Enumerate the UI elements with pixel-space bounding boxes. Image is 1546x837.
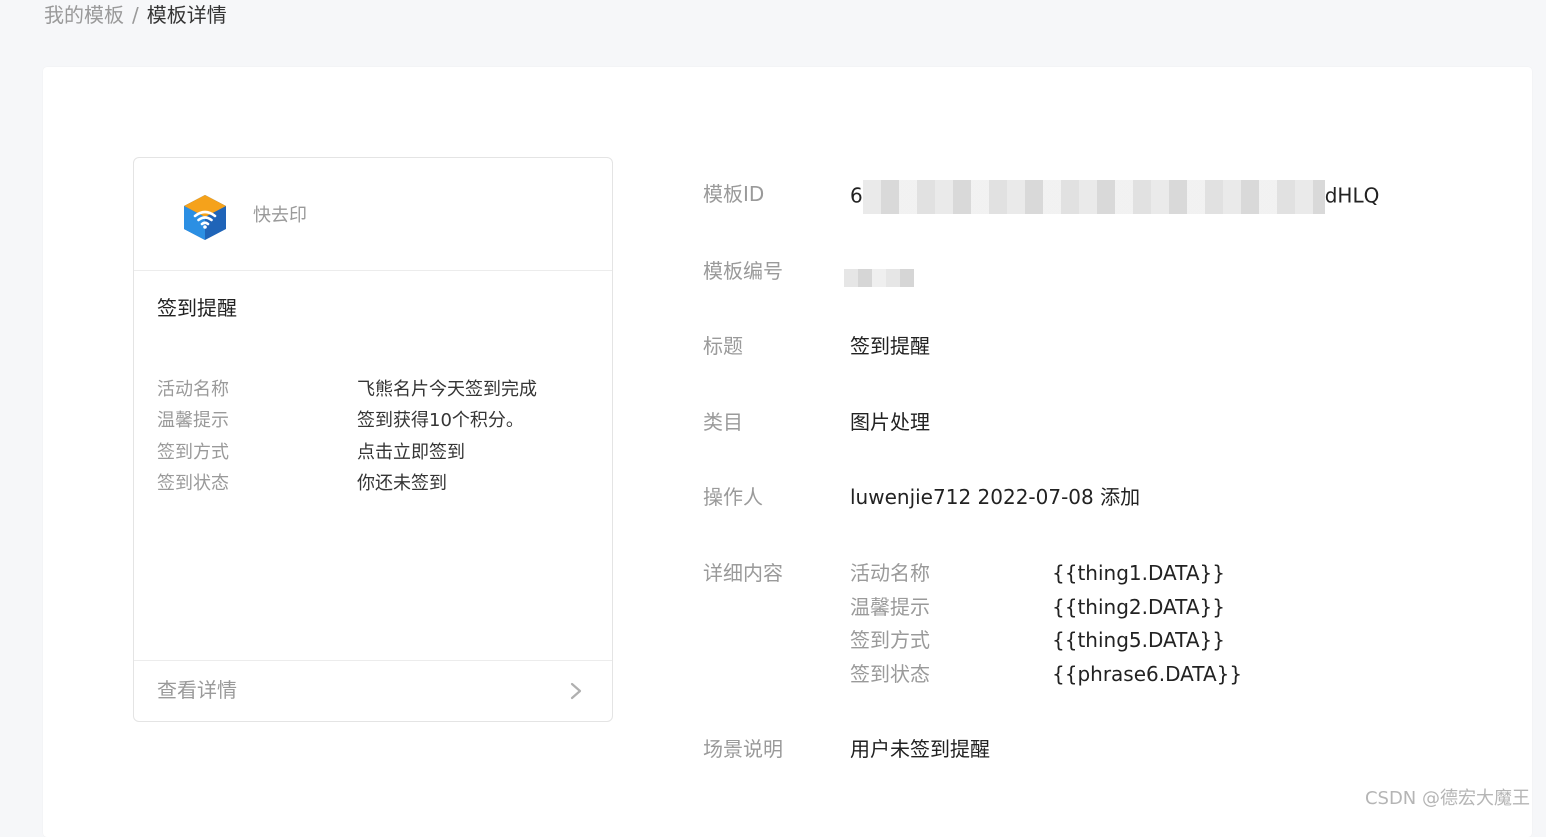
content-field-row: 活动名称 {{thing1.DATA}}	[850, 559, 1450, 593]
app-name: 快去印	[253, 205, 307, 226]
content-label: 详细内容	[703, 561, 783, 585]
operator-label: 操作人	[703, 485, 763, 509]
redacted-mask	[862, 180, 1325, 214]
chevron-right-icon	[570, 682, 582, 700]
breadcrumb-parent-link[interactable]: 我的模板	[44, 3, 124, 27]
content-field-value: {{thing5.DATA}}	[1052, 628, 1225, 652]
content-field-value: {{phrase6.DATA}}	[1052, 662, 1243, 686]
category-label: 类目	[703, 410, 743, 434]
card-field-row: 温馨提示 签到获得10个积分。	[157, 404, 587, 436]
template-no-value	[844, 262, 914, 290]
breadcrumb: 我的模板 / 模板详情	[44, 2, 227, 28]
content-field-row: 签到状态 {{phrase6.DATA}}	[850, 660, 1450, 694]
card-field-row: 签到方式 点击立即签到	[157, 435, 587, 467]
card-field-row: 活动名称 飞熊名片今天签到完成	[157, 372, 587, 404]
template-no-label: 模板编号	[703, 259, 783, 283]
card-field-label: 温馨提示	[157, 410, 229, 432]
operator-value: luwenjie712 2022-07-08 添加	[850, 485, 1141, 509]
content-field-key: 活动名称	[850, 561, 930, 585]
watermark: CSDN @德宏大魔王	[1364, 788, 1530, 809]
card-field-label: 签到状态	[157, 473, 229, 495]
app-logo-icon	[184, 195, 226, 240]
card-header: 快去印	[134, 158, 612, 271]
card-field-value: 你还未签到	[357, 473, 447, 495]
card-title: 签到提醒	[157, 296, 237, 320]
content-field-row: 签到方式 {{thing5.DATA}}	[850, 626, 1450, 660]
category-value: 图片处理	[850, 410, 930, 434]
content-field-value: {{thing1.DATA}}	[1052, 561, 1225, 585]
template-preview-card: 快去印 签到提醒 活动名称 飞熊名片今天签到完成 温馨提示 签到获得10个积分。…	[133, 157, 613, 722]
content-field-key: 温馨提示	[850, 595, 930, 619]
card-field-list: 活动名称 飞熊名片今天签到完成 温馨提示 签到获得10个积分。 签到方式 点击立…	[157, 372, 587, 498]
card-field-value: 飞熊名片今天签到完成	[357, 378, 537, 400]
template-id-suffix: dHLQ	[1324, 183, 1380, 208]
scene-value: 用户未签到提醒	[850, 737, 990, 761]
redacted-mask	[844, 268, 914, 287]
breadcrumb-separator: /	[132, 3, 139, 27]
card-field-label: 活动名称	[157, 378, 229, 400]
card-field-value: 签到获得10个积分。	[357, 410, 524, 432]
title-label: 标题	[703, 334, 743, 358]
card-field-value: 点击立即签到	[357, 441, 465, 463]
view-details-link[interactable]: 查看详情	[134, 660, 612, 721]
template-id-prefix: 6	[850, 183, 863, 208]
card-field-row: 签到状态 你还未签到	[157, 467, 587, 499]
view-details-label: 查看详情	[157, 678, 237, 702]
scene-label: 场景说明	[703, 737, 783, 761]
content-field-value: {{thing2.DATA}}	[1052, 595, 1225, 619]
template-detail-panel: 快去印 签到提醒 活动名称 飞熊名片今天签到完成 温馨提示 签到获得10个积分。…	[43, 67, 1532, 837]
breadcrumb-current: 模板详情	[146, 3, 227, 27]
content-field-key: 签到状态	[850, 662, 930, 686]
template-id-value: 6 dHLQ	[850, 180, 1379, 214]
title-value: 签到提醒	[850, 334, 930, 358]
content-field-key: 签到方式	[850, 628, 930, 652]
content-field-row: 温馨提示 {{thing2.DATA}}	[850, 593, 1450, 627]
card-field-label: 签到方式	[157, 441, 229, 463]
template-id-label: 模板ID	[703, 182, 765, 206]
